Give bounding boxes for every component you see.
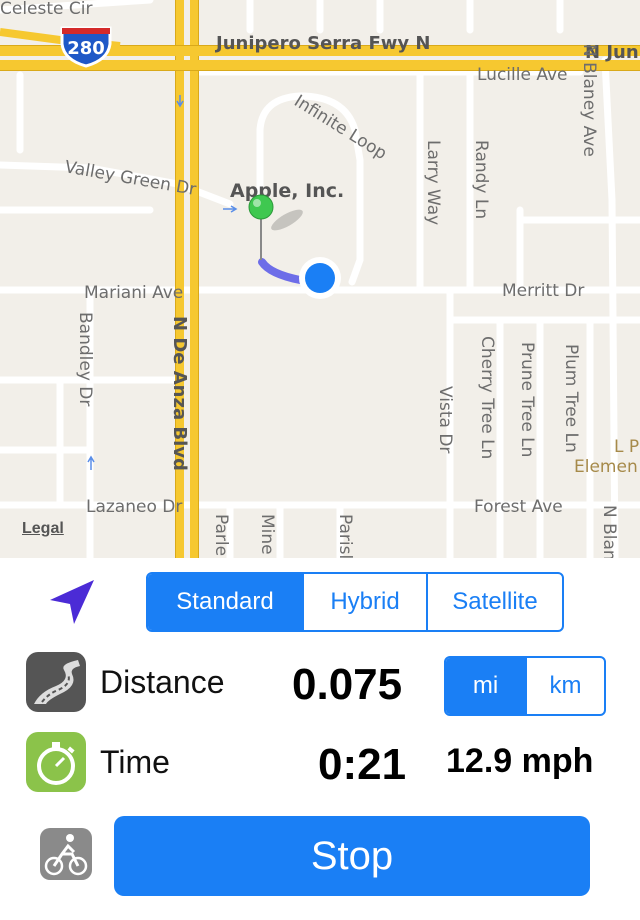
street-label: Celeste Cir (0, 0, 92, 19)
road-icon (26, 652, 86, 712)
map-type-hybrid[interactable]: Hybrid (302, 574, 426, 630)
location-arrow-icon[interactable] (46, 576, 98, 628)
street-label: N Blaney Ave (579, 44, 599, 157)
distance-label: Distance (100, 664, 225, 700)
cyclist-icon[interactable] (40, 828, 92, 880)
street-label: Parle (211, 514, 231, 556)
street-label: Lazaneo Dr (86, 497, 182, 517)
street-label: Prune Tree Ln (517, 342, 537, 457)
street-label: Mine (257, 514, 277, 555)
street-label: Parisl (335, 514, 355, 558)
map-graphics: 280 Celeste Cir Junipero Serra Fwy N N J… (0, 0, 640, 558)
street-label: Mariani Ave (84, 283, 183, 303)
map-type-standard[interactable]: Standard (148, 574, 302, 630)
street-label: Randy Ln (471, 140, 491, 219)
street-label: Junipero Serra Fwy N (214, 33, 430, 54)
unit-km[interactable]: km (524, 658, 604, 714)
map-view[interactable]: 280 Celeste Cir Junipero Serra Fwy N N J… (0, 0, 640, 558)
time-value: 0:21 (318, 740, 407, 789)
street-label: Forest Ave (474, 497, 563, 517)
street-label: N Blan (599, 505, 619, 558)
poi-label: Apple, Inc. (230, 180, 344, 202)
start-pin-icon (248, 194, 274, 220)
stopwatch-icon (26, 732, 86, 792)
school-label-1: L P (614, 437, 639, 457)
street-label: Merritt Dr (502, 281, 584, 301)
street-label: Plum Tree Ln (561, 344, 581, 453)
control-panel: Standard Hybrid Satellite Distance 0.075… (0, 558, 640, 920)
units-segmented-control: mi km (444, 656, 606, 716)
school-label-2: Elemen (574, 457, 638, 477)
street-label: Vista Dr (435, 386, 455, 453)
street-label: N De Anza Blvd (169, 316, 190, 471)
time-label: Time (100, 744, 170, 780)
street-label: Larry Way (423, 140, 443, 225)
speed-value: 12.9 mph (446, 742, 594, 780)
route-path (258, 258, 304, 284)
distance-value: 0.075 (292, 660, 403, 709)
highway-shield-label: 280 (67, 38, 105, 59)
stop-button[interactable]: Stop (114, 816, 590, 896)
legal-link[interactable]: Legal (22, 520, 64, 538)
street-label: Bandley Dr (75, 312, 95, 406)
map-type-satellite[interactable]: Satellite (426, 574, 562, 630)
street-label: Infinite Loop (290, 91, 390, 164)
street-label: Lucille Ave (477, 65, 567, 85)
map-type-segmented-control: Standard Hybrid Satellite (146, 572, 564, 632)
unit-mi[interactable]: mi (446, 658, 525, 714)
street-label: Cherry Tree Ln (477, 336, 497, 459)
